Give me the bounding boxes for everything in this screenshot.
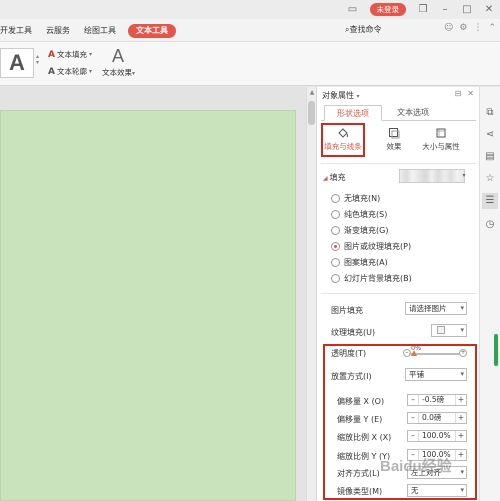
history-icon[interactable]: ◷ <box>484 219 496 231</box>
properties-icon[interactable]: ☰ <box>482 193 498 209</box>
chevron-up-icon[interactable]: ⌃ <box>488 23 496 33</box>
star-icon[interactable]: ☆ <box>484 173 496 185</box>
text-fill-icon: A <box>48 49 55 60</box>
text-outline-icon: A <box>48 66 55 77</box>
text-fill-button[interactable]: A 文本填充 ▾ <box>48 49 92 60</box>
scroll-up-icon[interactable]: ▲ <box>308 89 316 97</box>
radio-button[interactable] <box>331 194 340 203</box>
text-effect-icon[interactable]: A <box>112 46 124 67</box>
maximize-icon[interactable]: □ <box>456 0 478 19</box>
sidebar-progress-indicator <box>494 334 498 366</box>
tab-drawing-tools[interactable]: 绘图工具 <box>84 24 116 38</box>
close-icon[interactable]: ✕ <box>467 89 474 98</box>
radio-button[interactable] <box>331 274 340 283</box>
text-style-preview[interactable]: A <box>0 48 34 78</box>
radio-label: 幻灯片背景填充(B) <box>344 274 412 283</box>
share-icon[interactable]: ⋖ <box>484 129 496 141</box>
radio-button[interactable] <box>331 210 340 219</box>
radio-pattern-fill[interactable]: 图案填充(A) <box>331 257 388 268</box>
text-outline-button[interactable]: A 文本轮廓 ▾ <box>48 66 92 77</box>
radio-label: 图案填充(A) <box>344 258 388 267</box>
text-effect-label: 文本效果 <box>102 68 132 77</box>
effect-icon <box>389 128 400 139</box>
text-fill-label: 文本填充 <box>56 50 87 59</box>
text-effect-button[interactable]: 文本效果▾ <box>102 67 135 78</box>
chevron-down-icon: ▾ <box>88 51 92 58</box>
gear-icon[interactable]: ⚙ <box>459 23 467 33</box>
radio-slide-background-fill[interactable]: 幻灯片背景填充(B) <box>331 273 412 284</box>
radio-button[interactable] <box>331 258 340 267</box>
menu-right-icons: ☺ ⚙ ⋮ ⌃ <box>444 23 496 33</box>
login-button[interactable]: 未登录 <box>369 3 406 16</box>
workspace-scrollbar[interactable]: ▲ <box>306 87 316 501</box>
radio-gradient-fill[interactable]: 渐变填充(G) <box>331 225 388 236</box>
subtab-fill-label: 填充与线条 <box>324 142 362 151</box>
texture-swatch-icon <box>437 326 445 334</box>
minimize-icon[interactable]: – <box>434 0 456 19</box>
fill-section-header[interactable]: ◢ 填充 <box>323 172 346 183</box>
subtab-size-and-properties[interactable]: 大小与属性 <box>411 125 471 157</box>
chevron-down-icon[interactable]: ▾ <box>459 169 469 183</box>
right-sidebar: ⧉ ⋖ ▤ ☆ ☰ ◷ <box>479 87 500 501</box>
panel-title-text: 对象属性 <box>322 91 354 100</box>
close-icon[interactable]: ✕ <box>478 0 500 19</box>
divider <box>321 163 476 164</box>
fill-section-label: 填充 <box>329 173 346 182</box>
radio-label: 无填充(N) <box>344 194 381 203</box>
more-icon[interactable]: ⋮ <box>473 23 482 33</box>
picture-fill-dropdown[interactable]: 请选择图片 <box>405 302 467 315</box>
chevron-down-icon: ▾ <box>88 68 92 75</box>
tab-text-tools[interactable]: 文本工具 <box>128 24 176 38</box>
ribbon: A ▴ ▾ A 文本填充 ▾ A 文本轮廓 ▾ A 文本效果▾ <box>0 42 500 86</box>
copy-icon[interactable]: ⧉ <box>484 107 496 119</box>
panel-title-icons: ⊟ ✕ <box>455 89 474 98</box>
picture-fill-label: 图片填充 <box>331 306 363 315</box>
radio-solid-fill[interactable]: 纯色填充(S) <box>331 209 387 220</box>
scrollbar-thumb[interactable] <box>308 101 315 125</box>
radio-label: 纯色填充(S) <box>344 210 388 219</box>
title-bar: ▭ 未登录 ❐ – □ ✕ <box>0 0 500 19</box>
radio-no-fill[interactable]: 无填充(N) <box>331 193 380 204</box>
radio-button-selected[interactable] <box>331 242 340 251</box>
pin-icon[interactable]: ⊟ <box>455 89 462 98</box>
search-command-label: 查找命令 <box>349 25 382 34</box>
slide-canvas[interactable] <box>0 110 296 501</box>
search-command[interactable]: ⌕查找命令 <box>345 24 381 35</box>
text-outline-label: 文本轮廓 <box>56 67 87 76</box>
restore-icon[interactable]: ❐ <box>412 0 434 19</box>
tab-shape-options[interactable]: 形状选项 <box>324 105 382 121</box>
texture-fill-dropdown[interactable] <box>431 324 467 337</box>
paint-bucket-icon <box>338 128 348 138</box>
window-controls: ▭ 未登录 ❐ – □ ✕ <box>342 0 500 19</box>
subtab-size-label: 大小与属性 <box>422 142 460 151</box>
divider <box>321 293 476 294</box>
tab-text-options[interactable]: 文本选项 <box>383 105 443 121</box>
window-icon[interactable]: ▤ <box>484 151 496 163</box>
expand-triangle-icon: ◢ <box>323 175 328 182</box>
radio-label: 渐变填充(G) <box>344 226 389 235</box>
comment-icon[interactable]: ☺ <box>444 23 453 33</box>
watermark: Baidu经验 <box>380 458 452 475</box>
skin-icon[interactable]: ▭ <box>342 0 364 19</box>
subtab-fill-and-line[interactable]: 填充与线条 <box>321 123 365 157</box>
chevron-down-icon[interactable]: ▾ <box>357 93 360 100</box>
panel-title: 对象属性 ▾ <box>322 90 360 101</box>
style-scroll-arrows[interactable]: ▴ ▾ <box>36 54 39 66</box>
size-icon <box>436 128 446 138</box>
radio-label: 图片或纹理填充(P) <box>344 242 412 251</box>
chevron-down-icon: ▾ <box>132 70 136 77</box>
panel-tabs: 形状选项 文本选项 <box>321 105 476 121</box>
subtab-effect-label: 效果 <box>386 142 402 151</box>
menu-bar: 开发工具 云服务 绘图工具 文本工具 ⌕查找命令 ☺ ⚙ ⋮ ⌃ <box>0 19 500 42</box>
tab-cloud-service[interactable]: 云服务 <box>46 24 70 38</box>
fill-texture-preview[interactable] <box>399 169 465 183</box>
slide-workspace <box>0 87 308 501</box>
radio-picture-texture-fill[interactable]: 图片或纹理填充(P) <box>331 241 411 252</box>
texture-fill-label: 纹理填充(U) <box>331 328 376 337</box>
highlight-box-settings <box>323 344 477 500</box>
radio-button[interactable] <box>331 226 340 235</box>
tab-developer-tools[interactable]: 开发工具 <box>0 24 32 38</box>
